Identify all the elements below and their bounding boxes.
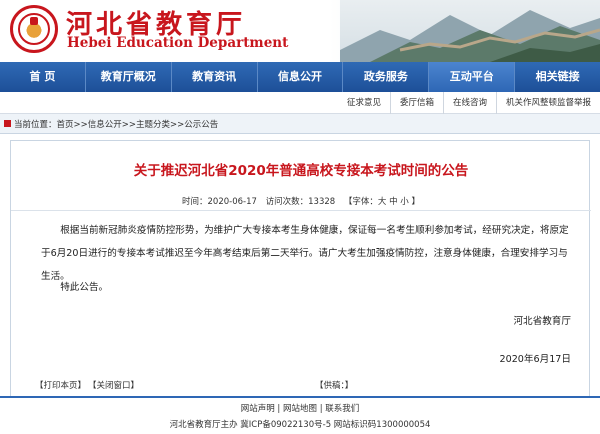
logo-book-icon (30, 17, 38, 25)
site-footer: 网站声明 | 网站地图 | 联系我们 河北省教育厅主办 冀ICP备0902213… (0, 396, 600, 434)
visit-count: 访问次数：13328 (265, 197, 336, 207)
site-header: 河北省教育厅 Hebei Education Department (0, 0, 600, 62)
article-date: 2020年6月17日 (499, 354, 571, 365)
article-meta: 时间：2020-06-17 访问次数：13328 【字体：大 中 小 】 (11, 195, 591, 207)
article-tools: 【打印本页】 【关闭窗口】 【供稿：】 (10, 377, 590, 393)
subnav-item-mailbox[interactable]: 委厅信箱 (389, 92, 443, 114)
publish-time: 时间：2020-06-17 (182, 197, 257, 207)
font-size-selector[interactable]: 【字体：大 中 小 】 (344, 197, 420, 207)
article-title: 关于推迟河北省2020年普通高校专接本考试时间的公告 (133, 163, 469, 179)
source-label: 【供稿：】 (315, 381, 354, 391)
nav-item-links[interactable]: 相关链接 (515, 62, 600, 92)
main-nav: 首 页 教育厅概况 教育资讯 信息公开 政务服务 互动平台 相关链接 (0, 62, 600, 92)
subnav-item-opinions[interactable]: 征求意见 (338, 92, 390, 114)
article-paragraph-closing: 特此公告。 (60, 282, 109, 293)
print-button[interactable]: 【打印本页】 (35, 379, 86, 391)
nav-item-overview[interactable]: 教育厅概况 (86, 62, 172, 92)
breadcrumb-text[interactable]: 当前位置：首页>>信息公开>>主题分类>>公示公告 (14, 118, 218, 130)
nav-item-interaction[interactable]: 互动平台 (429, 62, 516, 92)
close-window-button[interactable]: 【关闭窗口】 (88, 379, 139, 391)
education-department-logo[interactable] (10, 5, 58, 53)
location-icon (4, 120, 11, 127)
nav-item-services[interactable]: 政务服务 (343, 62, 430, 92)
nav-item-news[interactable]: 教育资讯 (172, 62, 258, 92)
great-wall-image (340, 0, 600, 62)
article-signature: 河北省教育厅 (513, 316, 571, 327)
article-container: 关于推迟河北省2020年普通高校专接本考试时间的公告 时间：2020-06-17… (10, 140, 591, 398)
nav-item-disclosure[interactable]: 信息公开 (258, 62, 344, 92)
breadcrumb: 当前位置：首页>>信息公开>>主题分类>>公示公告 (0, 114, 600, 134)
divider (11, 210, 591, 211)
footer-links[interactable]: 网站声明 | 网站地图 | 联系我们 (0, 402, 600, 414)
site-subtitle: Hebei Education Department (67, 35, 289, 51)
footer-info: 河北省教育厅主办 冀ICP备09022130号-5 网站标识码130000005… (169, 420, 431, 430)
sub-nav: 征求意见 委厅信箱 在线咨询 机关作风整顿监督举报 (0, 92, 600, 114)
subnav-item-report[interactable]: 机关作风整顿监督举报 (495, 92, 600, 114)
subnav-item-consult[interactable]: 在线咨询 (442, 92, 496, 114)
nav-item-home[interactable]: 首 页 (0, 62, 86, 92)
